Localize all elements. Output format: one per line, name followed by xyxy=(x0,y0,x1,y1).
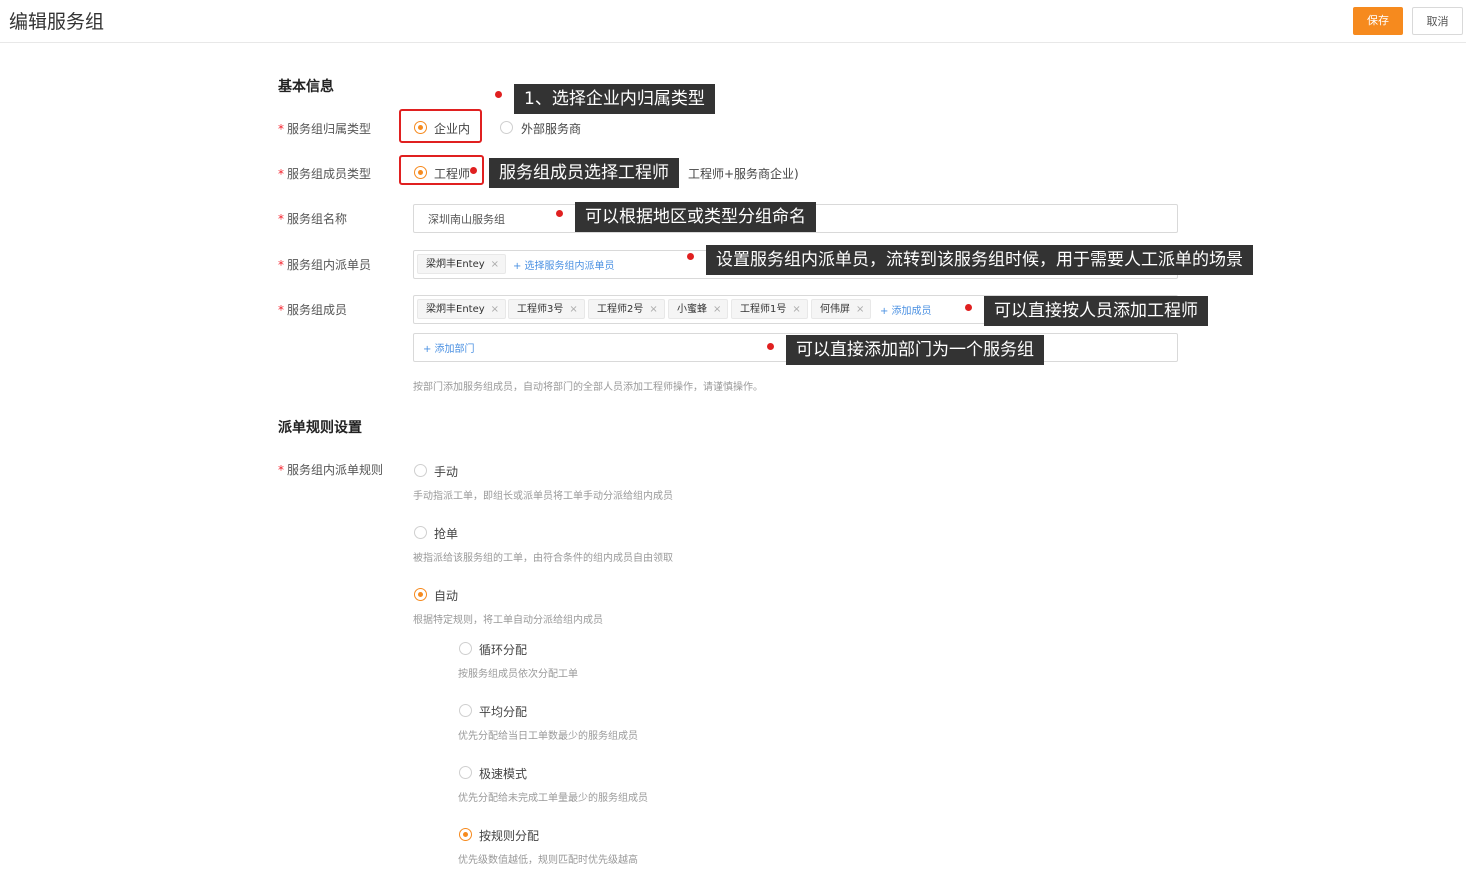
owner-type-external-radio[interactable] xyxy=(500,121,513,134)
member-tag: 小蜜蜂 × xyxy=(668,299,729,319)
annotation-callout: 1、选择企业内归属类型 xyxy=(514,84,715,114)
owner-type-external-label[interactable]: 外部服务商 xyxy=(521,120,581,137)
auto-by-rule-label[interactable]: 按规则分配 xyxy=(479,827,539,844)
auto-average-radio[interactable] xyxy=(459,704,472,717)
remove-tag-icon[interactable]: × xyxy=(713,304,721,315)
auto-average-hint: 优先分配给当日工单数最少的服务组成员 xyxy=(458,731,638,742)
page-header xyxy=(0,0,1466,43)
rule-grab-label[interactable]: 抢单 xyxy=(434,525,458,542)
annotation-callout: 可以直接按人员添加工程师 xyxy=(984,296,1208,326)
member-tag: 何伟屏 × xyxy=(811,299,872,319)
remove-tag-icon[interactable]: × xyxy=(491,304,499,315)
remove-tag-icon[interactable]: × xyxy=(792,304,800,315)
add-member-link[interactable]: + 添加成员 xyxy=(880,302,932,317)
section-title-basic: 基本信息 xyxy=(278,79,334,95)
auto-round-robin-label[interactable]: 循环分配 xyxy=(479,641,527,658)
dispatch-rule-label: * 服务组内派单规则 xyxy=(278,463,384,477)
save-button[interactable]: 保存 xyxy=(1353,7,1403,35)
rule-auto-label[interactable]: 自动 xyxy=(434,587,458,604)
group-name-label: * 服务组名称 xyxy=(278,212,348,226)
auto-round-robin-hint: 按服务组成员依次分配工单 xyxy=(458,669,578,680)
annotation-callout: 设置服务组内派单员，流转到该服务组时候，用于需要人工派单的场景 xyxy=(706,245,1253,275)
cancel-button[interactable]: 取消 xyxy=(1412,7,1463,35)
auto-by-rule-radio[interactable] xyxy=(459,828,472,841)
rule-grab-radio[interactable] xyxy=(414,526,427,539)
remove-tag-icon[interactable]: × xyxy=(649,304,657,315)
dispatcher-label: * 服务组内派单员 xyxy=(278,258,372,272)
member-tag: 工程师3号 × xyxy=(508,299,585,319)
auto-fast-label[interactable]: 极速模式 xyxy=(479,765,527,782)
remove-tag-icon[interactable]: × xyxy=(491,259,499,270)
annotation-dot xyxy=(556,210,563,217)
member-type-label: * 服务组成员类型 xyxy=(278,167,372,181)
auto-fast-radio[interactable] xyxy=(459,766,472,779)
auto-fast-hint: 优先分配给未完成工单量最少的服务组成员 xyxy=(458,793,648,804)
member-type-option-partial[interactable]: 工程师+服务商企业) xyxy=(688,165,799,182)
page-title: 编辑服务组 xyxy=(9,11,105,33)
annotation-dot xyxy=(965,304,972,311)
section-title-dispatch: 派单规则设置 xyxy=(278,420,362,436)
annotation-dot xyxy=(495,91,502,98)
member-tag: 工程师2号 × xyxy=(588,299,665,319)
remove-tag-icon[interactable]: × xyxy=(856,304,864,315)
rule-auto-radio[interactable] xyxy=(414,588,427,601)
annotation-callout: 可以直接添加部门为一个服务组 xyxy=(786,335,1044,365)
member-tag: 梁炯丰Entey × xyxy=(417,299,507,319)
annotation-dot xyxy=(767,343,774,350)
auto-by-rule-hint: 优先级数值越低，规则匹配时优先级越高 xyxy=(458,855,638,866)
remove-tag-icon[interactable]: × xyxy=(569,304,577,315)
add-department-link[interactable]: + 添加部门 xyxy=(423,340,475,355)
members-label: * 服务组成员 xyxy=(278,303,348,317)
annotation-callout: 服务组成员选择工程师 xyxy=(489,158,679,188)
member-tag: 工程师1号 × xyxy=(731,299,808,319)
auto-round-robin-radio[interactable] xyxy=(459,642,472,655)
auto-average-label[interactable]: 平均分配 xyxy=(479,703,527,720)
group-name-value: 深圳南山服务组 xyxy=(428,213,505,226)
department-hint: 按部门添加服务组成员，自动将部门的全部人员添加工程师操作，请谨慎操作。 xyxy=(413,382,763,393)
rule-auto-hint: 根据特定规则，将工单自动分派给组内成员 xyxy=(413,615,603,626)
rule-manual-label[interactable]: 手动 xyxy=(434,463,458,480)
rule-manual-hint: 手动指派工单，即组长或派单员将工单手动分派给组内成员 xyxy=(413,491,673,502)
annotation-callout: 可以根据地区或类型分组命名 xyxy=(575,202,816,232)
owner-type-label: * 服务组归属类型 xyxy=(278,122,372,136)
rule-grab-hint: 被指派给该服务组的工单，由符合条件的组内成员自由领取 xyxy=(413,553,673,564)
select-dispatcher-link[interactable]: + 选择服务组内派单员 xyxy=(513,257,615,272)
annotation-highlight-box xyxy=(399,109,482,143)
rule-manual-radio[interactable] xyxy=(414,464,427,477)
annotation-dot xyxy=(687,253,694,260)
annotation-dot xyxy=(470,167,477,174)
dispatcher-tag: 梁炯丰Entey × xyxy=(417,254,507,274)
